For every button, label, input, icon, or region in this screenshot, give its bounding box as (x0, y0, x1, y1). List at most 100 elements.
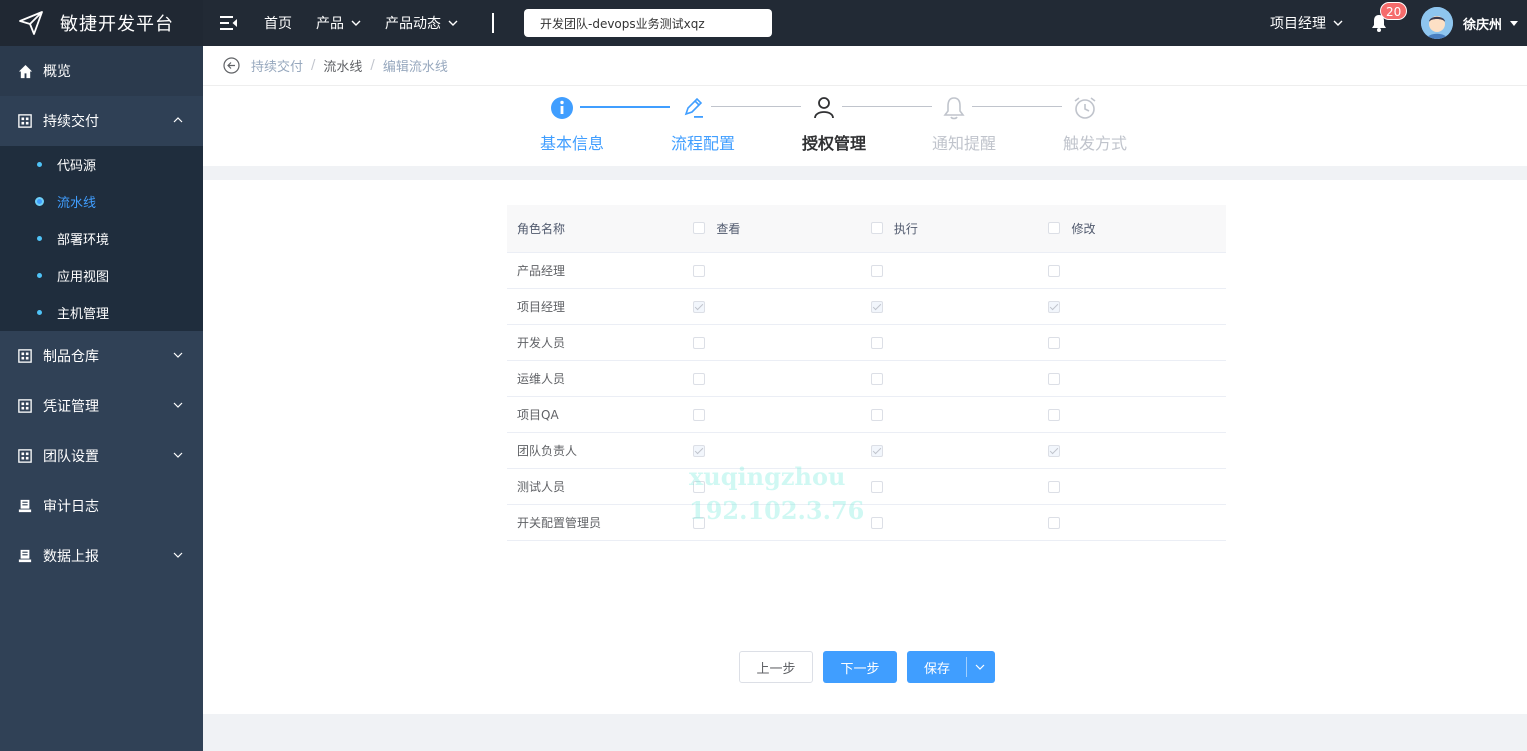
role-name: 产品经理 (507, 252, 694, 289)
modify-checkbox[interactable] (1048, 336, 1061, 349)
nav-product[interactable]: 产品 (316, 13, 361, 33)
caret-down-icon[interactable] (1510, 20, 1518, 26)
execute-checkbox[interactable] (870, 372, 883, 385)
back-arrow-icon[interactable] (223, 57, 240, 74)
sidebar-item-code-source[interactable]: 代码源 (0, 146, 203, 183)
user-icon (814, 97, 834, 119)
view-checkbox[interactable] (693, 516, 706, 529)
sidebar-item-team-settings[interactable]: 团队设置 (0, 431, 203, 481)
nav-product-dynamics[interactable]: 产品动态 (385, 13, 458, 33)
log-icon (17, 548, 33, 564)
permission-cell (870, 324, 1049, 361)
sidebar-item-host-mgmt[interactable]: 主机管理 (0, 294, 203, 331)
sidebar-item-overview[interactable]: 概览 (0, 46, 203, 96)
sidebar-item-data-report[interactable]: 数据上报 (0, 531, 203, 581)
role-switcher[interactable]: 项目经理 (1270, 13, 1343, 33)
paper-plane-icon (19, 11, 43, 35)
permission-cell (693, 288, 871, 325)
view-checkbox[interactable] (693, 372, 706, 385)
save-button[interactable]: 保存 (907, 651, 995, 683)
permission-cell (870, 432, 1049, 469)
role-name: 测试人员 (507, 468, 694, 505)
breadcrumb-item[interactable]: 流水线 (323, 56, 362, 75)
notification-button[interactable]: 20 (1369, 2, 1408, 33)
role-name: 项目经理 (507, 288, 694, 325)
avatar[interactable] (1420, 7, 1453, 39)
sidebar-item-credentials[interactable]: 凭证管理 (0, 381, 203, 431)
breadcrumb-item[interactable]: 持续交付 (251, 56, 303, 75)
view-checkbox[interactable] (693, 444, 706, 457)
bell-icon (943, 97, 965, 120)
view-checkbox[interactable] (693, 408, 706, 421)
main-area: 持续交付 / 流水线 / 编辑流水线 基本信息 流程配置 授权管理 通知提醒 触… (203, 46, 1527, 751)
permission-cell (870, 252, 1049, 289)
select-all-execute-checkbox[interactable] (870, 222, 883, 235)
table-header: 角色名称 查看 执行 修改 (507, 205, 1226, 253)
select-all-modify-checkbox[interactable] (1048, 222, 1061, 235)
sidebar-item-app-view[interactable]: 应用视图 (0, 257, 203, 294)
header-modify: 修改 (1048, 205, 1226, 253)
permission-cell (693, 252, 871, 289)
team-select[interactable]: 开发团队-devops业务测试xqz (524, 9, 772, 37)
modify-checkbox[interactable] (1048, 408, 1061, 421)
sidebar-item-artifact-repo[interactable]: 制品仓库 (0, 331, 203, 381)
grid-icon (17, 348, 33, 364)
alarm-clock-icon (1074, 97, 1096, 119)
table-row: 项目经理 (507, 288, 1226, 325)
permission-cell (1048, 324, 1226, 361)
permission-cell (1048, 504, 1226, 541)
step-line (972, 106, 1062, 107)
execute-checkbox[interactable] (870, 444, 883, 457)
modify-checkbox[interactable] (1048, 480, 1061, 493)
table-row: 团队负责人 (507, 432, 1226, 469)
permission-cell (870, 504, 1049, 541)
permission-cell (693, 396, 871, 433)
execute-checkbox[interactable] (870, 408, 883, 421)
sidebar-item-audit-log[interactable]: 审计日志 (0, 481, 203, 531)
dot-icon (37, 310, 42, 315)
step-actions: 上一步 下一步 保存 (739, 651, 995, 683)
menu-fold-icon[interactable] (220, 15, 238, 31)
permission-cell (870, 468, 1049, 505)
steps: 基本信息 流程配置 授权管理 通知提醒 触发方式 (203, 86, 1527, 166)
nav-home[interactable]: 首页 (264, 13, 292, 33)
execute-checkbox[interactable] (870, 300, 883, 313)
modify-checkbox[interactable] (1048, 300, 1061, 313)
execute-checkbox[interactable] (870, 480, 883, 493)
sidebar-item-continuous-delivery[interactable]: 持续交付 (0, 96, 203, 146)
view-checkbox[interactable] (693, 480, 706, 493)
chevron-down-icon[interactable] (975, 664, 985, 670)
username[interactable]: 徐庆州 (1463, 14, 1502, 33)
prev-step-button[interactable]: 上一步 (739, 651, 813, 683)
table-row: 测试人员 (507, 468, 1226, 505)
dot-icon (37, 162, 42, 167)
app-logo[interactable]: 敏捷开发平台 (0, 0, 203, 46)
sidebar-item-deploy-env[interactable]: 部署环境 (0, 220, 203, 257)
view-checkbox[interactable] (693, 300, 706, 313)
view-checkbox[interactable] (693, 264, 706, 277)
step-line (842, 106, 932, 107)
header-view: 查看 (693, 205, 871, 253)
notification-badge: 20 (1379, 2, 1408, 20)
modify-checkbox[interactable] (1048, 444, 1061, 457)
split-divider (966, 657, 967, 677)
view-checkbox[interactable] (693, 336, 706, 349)
permission-cell (693, 324, 871, 361)
modify-checkbox[interactable] (1048, 372, 1061, 385)
avatar-image (1420, 7, 1453, 39)
sidebar-item-pipeline[interactable]: 流水线 (0, 183, 203, 220)
permission-cell (1048, 396, 1226, 433)
dot-icon (35, 197, 44, 206)
step-line (580, 106, 670, 108)
next-step-button[interactable]: 下一步 (823, 651, 897, 683)
table-row: 运维人员 (507, 360, 1226, 397)
select-all-view-checkbox[interactable] (693, 222, 706, 235)
modify-checkbox[interactable] (1048, 516, 1061, 529)
permission-cell (870, 360, 1049, 397)
header-role: 角色名称 (507, 205, 694, 253)
execute-checkbox[interactable] (870, 264, 883, 277)
execute-checkbox[interactable] (870, 516, 883, 529)
modify-checkbox[interactable] (1048, 264, 1061, 277)
execute-checkbox[interactable] (870, 336, 883, 349)
role-name: 项目QA (507, 396, 694, 433)
